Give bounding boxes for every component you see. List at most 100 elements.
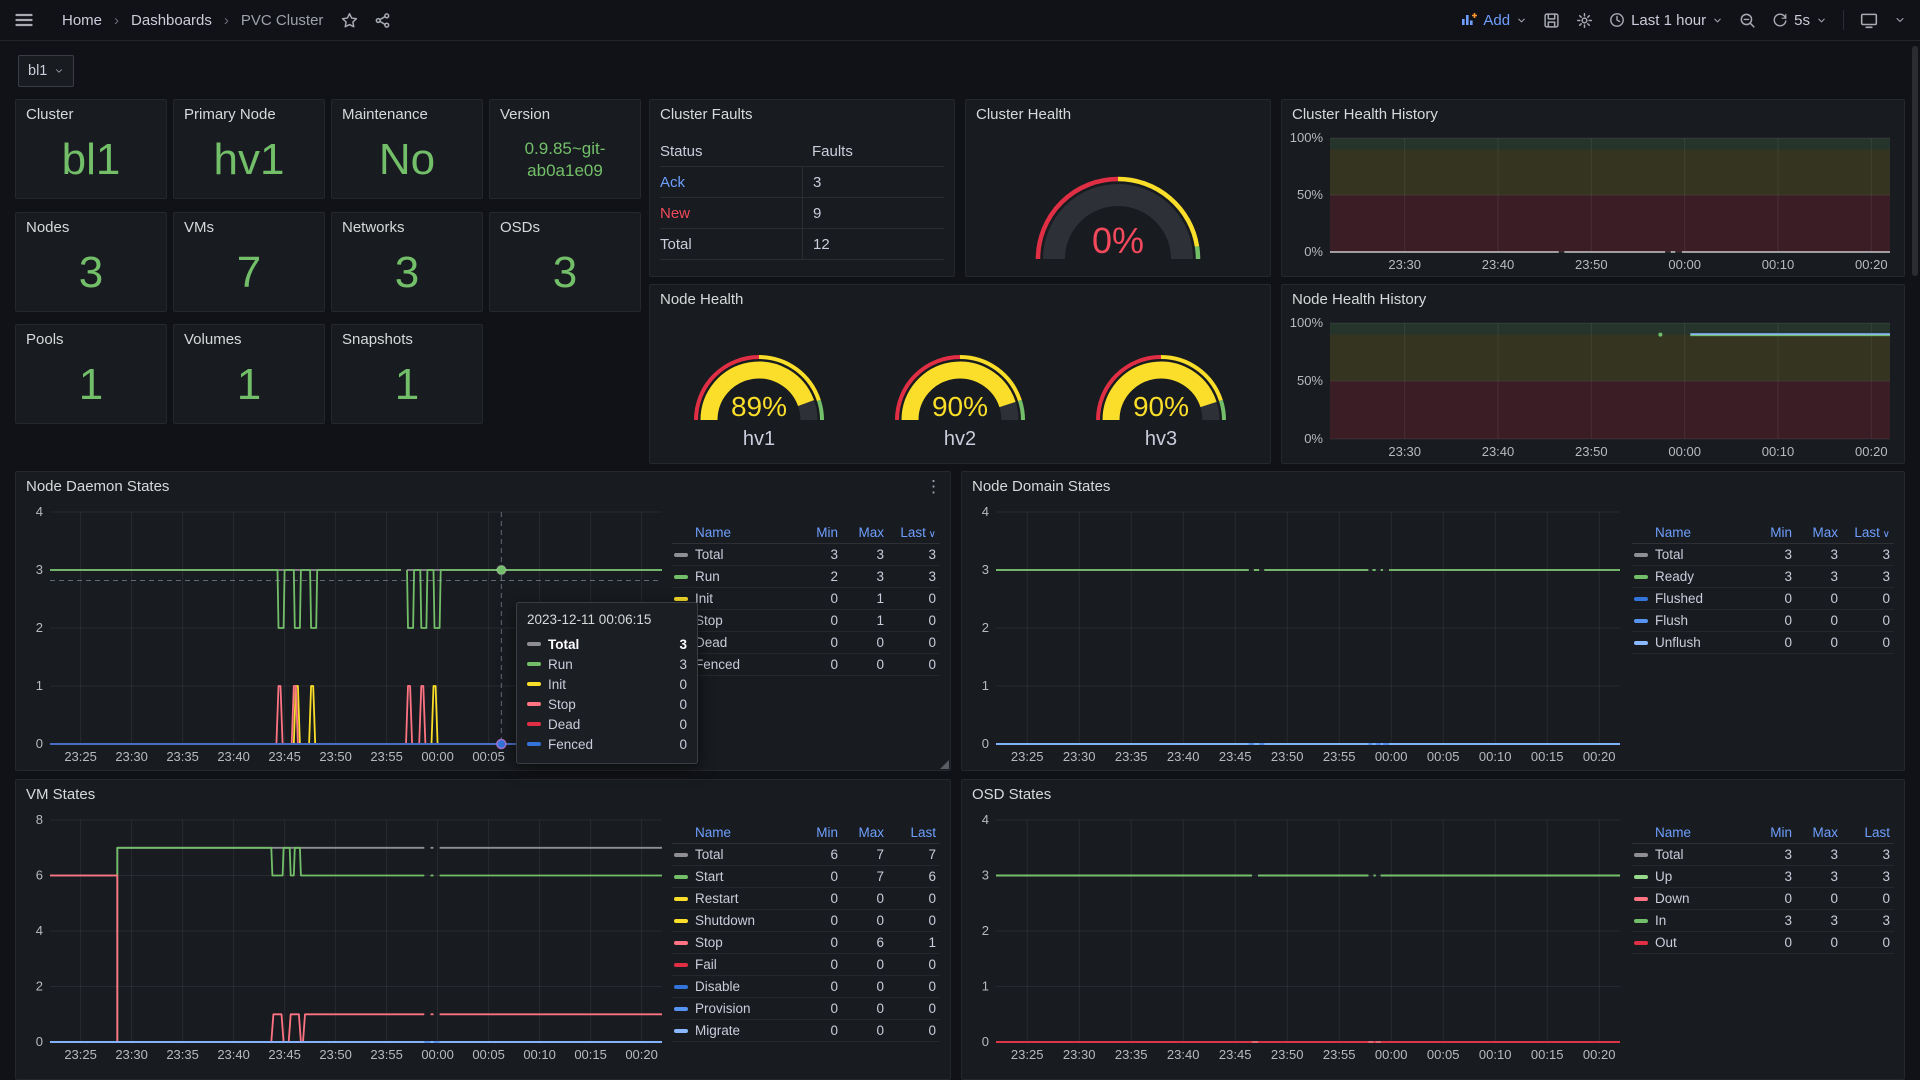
legend-row[interactable]: Up333	[1632, 866, 1894, 888]
vm-states-plot[interactable]: 0246823:2523:3023:3523:4023:4523:5023:55…	[22, 812, 670, 1064]
panel-title[interactable]: Snapshots	[332, 325, 482, 355]
panel-title[interactable]: Node Domain States	[962, 472, 1904, 502]
legend-row[interactable]: Total677	[672, 844, 940, 866]
panel-title[interactable]: Node Health History	[1282, 285, 1904, 315]
tooltip-row: Init0	[527, 674, 687, 694]
legend-row[interactable]: Fenced000	[672, 654, 940, 676]
legend-row[interactable]: Run233	[672, 566, 940, 588]
legend-row[interactable]: Shutdown000	[672, 910, 940, 932]
node-health-history-plot[interactable]: 0%50%100%23:3023:4023:5000:0000:1000:20	[1286, 315, 1898, 461]
legend-row[interactable]: Total333	[1632, 544, 1894, 566]
view-mode-icon[interactable]	[1860, 11, 1878, 29]
panel-title[interactable]: VMs	[174, 213, 324, 243]
legend-header[interactable]: NameMinMaxLast ∨	[672, 522, 940, 544]
domain-states-plot[interactable]: 0123423:2523:3023:3523:4023:4523:5023:55…	[968, 504, 1628, 766]
breadcrumb-dashboards[interactable]: Dashboards	[131, 12, 212, 29]
legend-row[interactable]: Start076	[672, 866, 940, 888]
legend-header[interactable]: NameMinMaxLast	[1632, 822, 1894, 844]
legend-row[interactable]: Stop061	[672, 932, 940, 954]
svg-text:23:55: 23:55	[1323, 1047, 1356, 1062]
star-icon[interactable]	[341, 12, 358, 29]
legend-row[interactable]: Out000	[1632, 932, 1894, 954]
panel-title[interactable]: VM States	[16, 780, 950, 810]
legend-row[interactable]: Disable000	[672, 976, 940, 998]
svg-text:4: 4	[982, 504, 989, 519]
table-row: Total 12	[660, 229, 944, 260]
legend-row[interactable]: Fail000	[672, 954, 940, 976]
svg-text:23:50: 23:50	[1575, 444, 1608, 459]
panel-title[interactable]: OSDs	[490, 213, 640, 243]
panel-title[interactable]: Volumes	[174, 325, 324, 355]
legend-header[interactable]: NameMinMaxLast	[672, 822, 940, 844]
faults-col-faults[interactable]: Faults	[802, 136, 944, 166]
legend-header[interactable]: NameMinMaxLast ∨	[1632, 522, 1894, 544]
chevron-down-icon	[1516, 15, 1527, 26]
add-chart-icon	[1461, 12, 1477, 28]
svg-text:50%: 50%	[1297, 187, 1323, 202]
legend-row[interactable]: Dead000	[672, 632, 940, 654]
series-swatch	[1634, 941, 1648, 945]
legend-row[interactable]: In333	[1632, 910, 1894, 932]
panel-title[interactable]: Pools	[16, 325, 166, 355]
breadcrumb-home[interactable]: Home	[62, 12, 102, 29]
legend-row[interactable]: Flush000	[1632, 610, 1894, 632]
panel-menu-icon[interactable]: ⋮	[925, 477, 942, 497]
panel-resize-handle[interactable]	[940, 760, 949, 769]
tooltip-row: Stop0	[527, 694, 687, 714]
chevron-down-icon	[1816, 15, 1827, 26]
osd-states-plot[interactable]: 0123423:2523:3023:3523:4023:4523:5023:55…	[968, 812, 1628, 1064]
svg-text:23:50: 23:50	[1575, 257, 1608, 272]
svg-text:100%: 100%	[1290, 130, 1324, 145]
legend-row[interactable]: Ready333	[1632, 566, 1894, 588]
cluster-variable-dropdown[interactable]: bl1	[18, 55, 74, 87]
fault-value-0: 3	[802, 167, 944, 197]
settings-gear-icon[interactable]	[1576, 12, 1593, 29]
stat-value: 3	[16, 241, 166, 305]
cluster-health-history-plot[interactable]: 0%50%100%23:3023:4023:5000:0000:1000:20	[1286, 130, 1898, 274]
legend-row[interactable]: Provision000	[672, 998, 940, 1020]
legend-row[interactable]: Migrate000	[672, 1020, 940, 1042]
legend-row[interactable]: Total333	[672, 544, 940, 566]
panel-title[interactable]: Primary Node	[174, 100, 324, 130]
legend-row[interactable]: Flushed000	[1632, 588, 1894, 610]
panel-title[interactable]: Node Daemon States	[16, 472, 950, 502]
svg-text:00:10: 00:10	[1479, 1047, 1512, 1062]
menu-icon[interactable]	[14, 10, 34, 30]
panel-title[interactable]: Cluster Health	[966, 100, 1270, 130]
chart-tooltip: 2023-12-11 00:06:15Total3Run3Init0Stop0D…	[516, 602, 698, 764]
faults-col-status[interactable]: Status	[660, 143, 802, 160]
fault-value-1: 9	[802, 198, 944, 228]
share-icon[interactable]	[374, 12, 391, 29]
legend-row[interactable]: Down000	[1632, 888, 1894, 910]
refresh-control[interactable]: 5s	[1772, 12, 1827, 29]
legend-row[interactable]: Total333	[1632, 844, 1894, 866]
node-gauge-hv2: 90% hv2	[868, 321, 1052, 451]
panel-title[interactable]: Node Health	[650, 285, 1270, 315]
legend-row[interactable]: Init010	[672, 588, 940, 610]
chevron-down-icon[interactable]	[1894, 14, 1906, 26]
add-panel-button[interactable]: Add	[1461, 12, 1527, 29]
panel-title[interactable]: Cluster Faults	[650, 100, 954, 130]
legend-row[interactable]: Restart000	[672, 888, 940, 910]
panel-title[interactable]: OSD States	[962, 780, 1904, 810]
panel-title[interactable]: Maintenance	[332, 100, 482, 130]
fault-value-2: 12	[802, 229, 944, 259]
panel-title[interactable]: Nodes	[16, 213, 166, 243]
panel-title[interactable]: Networks	[332, 213, 482, 243]
zoom-out-icon[interactable]	[1739, 12, 1756, 29]
time-range-picker[interactable]: Last 1 hour	[1609, 12, 1723, 29]
legend-row[interactable]: Unflush000	[1632, 632, 1894, 654]
fault-status-0: Ack	[660, 174, 802, 191]
panel-title[interactable]: Cluster Health History	[1282, 100, 1904, 130]
svg-text:00:15: 00:15	[1531, 749, 1564, 764]
save-dashboard-icon[interactable]	[1543, 12, 1560, 29]
legend-row[interactable]: Stop010	[672, 610, 940, 632]
panel-title[interactable]: Version	[490, 100, 640, 130]
svg-text:23:50: 23:50	[319, 1047, 352, 1062]
svg-text:23:45: 23:45	[1219, 1047, 1252, 1062]
series-swatch	[1634, 597, 1648, 601]
stat-value: 1	[16, 353, 166, 417]
svg-text:23:50: 23:50	[1271, 1047, 1304, 1062]
panel-title[interactable]: Cluster	[16, 100, 166, 130]
page-scrollbar-thumb[interactable]	[1912, 46, 1918, 276]
